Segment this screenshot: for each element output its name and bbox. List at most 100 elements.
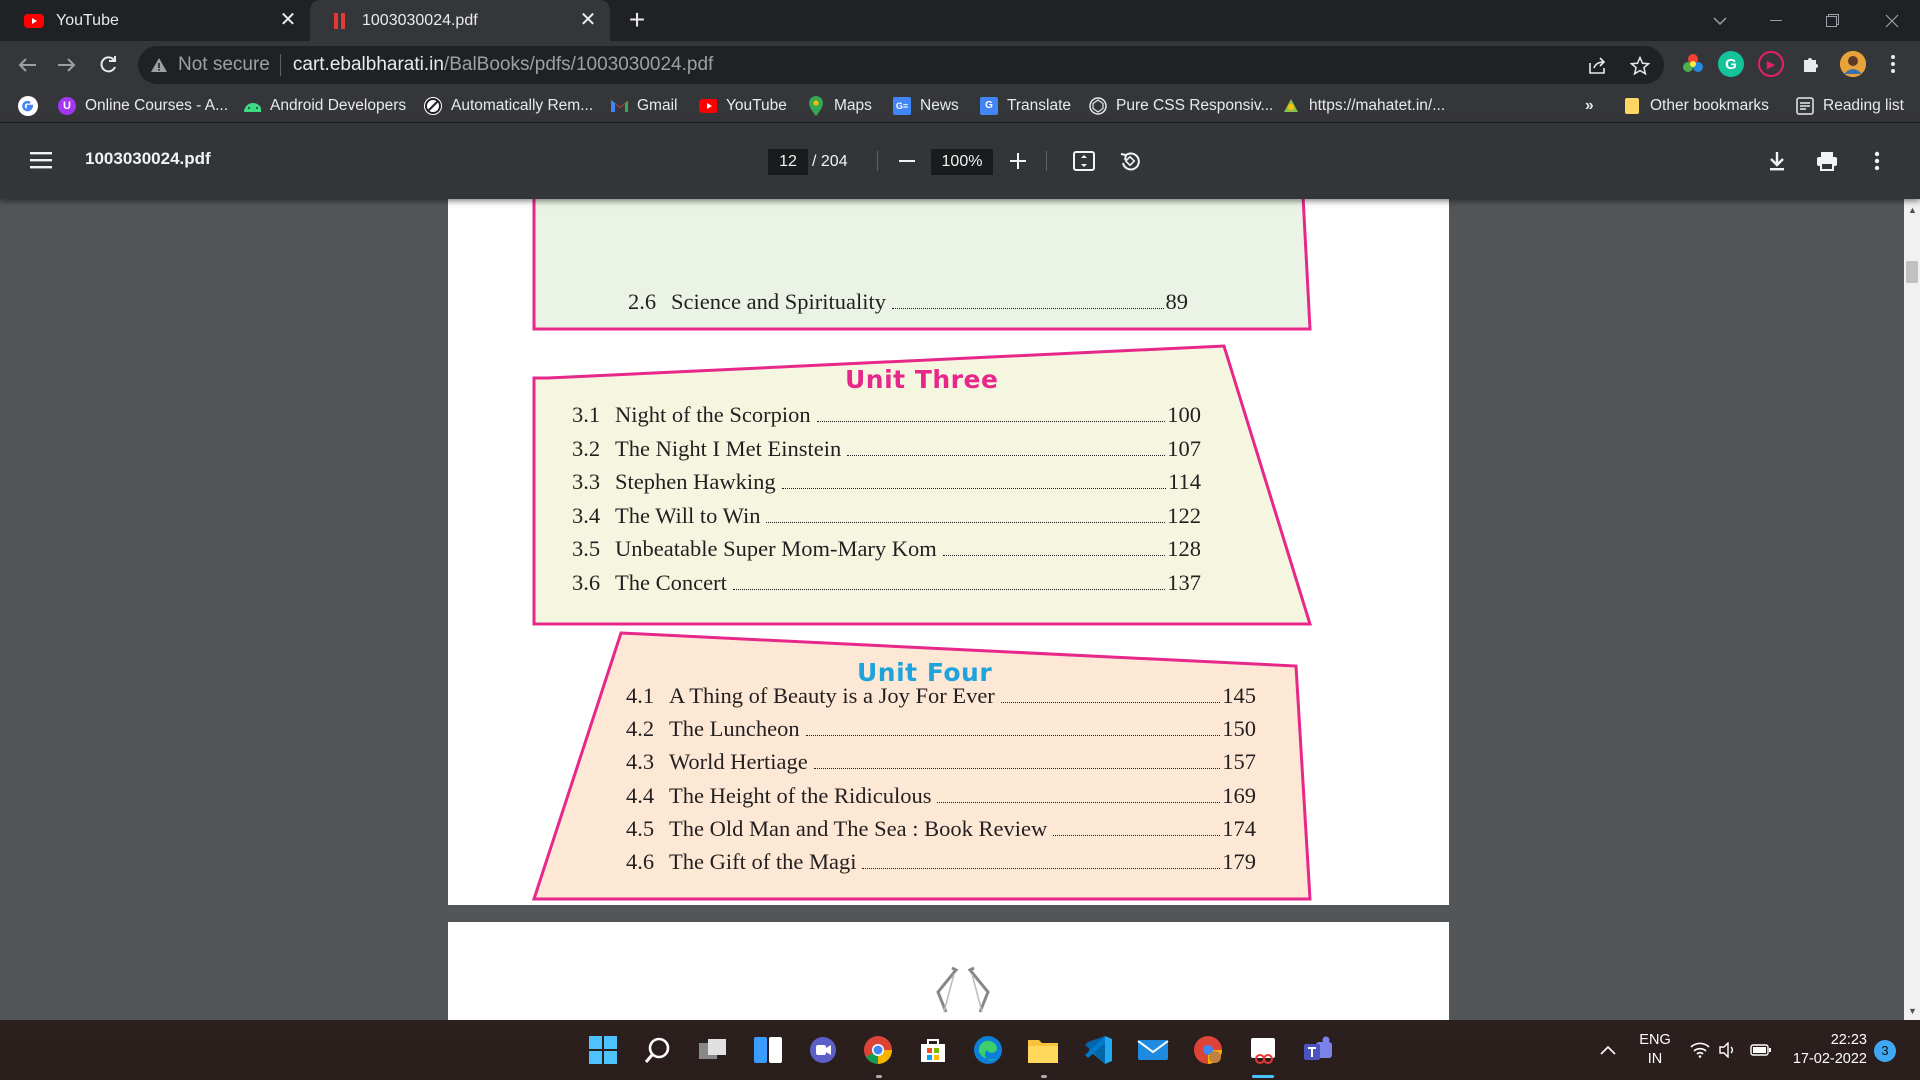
page-number-input[interactable]: 12 (768, 149, 808, 175)
reload-icon[interactable] (93, 50, 123, 80)
address-bar[interactable]: Not secure cart.ebalbharati.in /BalBooks… (138, 46, 1664, 84)
mail-icon[interactable] (1135, 1032, 1171, 1068)
task-view-icon[interactable] (695, 1032, 731, 1068)
divider (279, 54, 281, 76)
profile-avatar[interactable] (1840, 51, 1866, 77)
search-icon[interactable] (640, 1032, 676, 1068)
volume-icon[interactable] (1718, 1020, 1738, 1080)
minimize-icon[interactable] (1748, 0, 1804, 41)
more-options-icon[interactable] (1862, 146, 1892, 176)
google-icon[interactable] (18, 89, 38, 122)
scroll-up-icon[interactable]: ▲ (1908, 205, 1917, 215)
fit-page-icon[interactable] (1069, 146, 1099, 176)
tab-pdf[interactable]: 1003030024.pdf ✕ (310, 0, 610, 41)
url-path: /BalBooks/pdfs/1003030024.pdf (443, 54, 714, 75)
bookmark-news[interactable]: G≡ News (893, 89, 959, 122)
print-icon[interactable] (1812, 146, 1842, 176)
clock[interactable]: 22:23 17-02-2022 (1787, 1020, 1867, 1080)
zoom-in-icon[interactable] (1003, 146, 1033, 176)
battery-icon[interactable] (1750, 1020, 1772, 1080)
media-extension-icon[interactable]: ▶ (1758, 51, 1784, 77)
toc-row: 4.1 A Thing of Beauty is a Joy For Ever 14… (626, 683, 1256, 709)
widgets-icon[interactable] (750, 1032, 786, 1068)
rotate-icon[interactable] (1115, 146, 1145, 176)
close-tab-icon[interactable]: ✕ (578, 10, 598, 30)
color-extension-icon[interactable] (1680, 51, 1706, 77)
grammarly-icon[interactable]: G (1718, 51, 1744, 77)
toc-leader (732, 589, 1166, 590)
zoom-input[interactable]: 100% (931, 149, 993, 175)
new-tab-button[interactable]: + (622, 6, 652, 36)
teams-icon[interactable] (1300, 1032, 1336, 1068)
maps-icon (807, 95, 825, 116)
bookmark-youtube[interactable]: YouTube (699, 89, 787, 122)
toc-leader (937, 801, 1221, 803)
forward-icon[interactable] (52, 50, 82, 80)
language-indicator[interactable]: ENG IN (1639, 1020, 1670, 1080)
other-bookmarks[interactable]: Other bookmarks (1623, 89, 1769, 122)
toc-row: 3.6 The Concert 137 (572, 570, 1201, 596)
gmail-icon (610, 97, 628, 115)
bookmark-label: Android Developers (270, 96, 407, 114)
running-indicator (876, 1075, 882, 1078)
notification-badge[interactable]: 3 (1874, 1040, 1896, 1062)
close-window-icon[interactable] (1864, 0, 1920, 41)
toc-leader (805, 735, 1221, 737)
toc-number: 4.2 (626, 716, 655, 742)
toc-title: Science and Spirituality (671, 289, 886, 314)
show-hidden-icons[interactable] (1600, 1020, 1616, 1080)
file-explorer-icon[interactable] (1025, 1032, 1061, 1068)
close-tab-icon[interactable]: ✕ (278, 10, 298, 30)
scroll-thumb[interactable] (1906, 261, 1918, 283)
toc-leader (1053, 834, 1221, 836)
bookmark-pure-css[interactable]: Pure CSS Responsiv... (1089, 89, 1273, 122)
toc-number: 4.3 (626, 749, 655, 775)
extensions-puzzle-icon[interactable] (1798, 51, 1824, 77)
wifi-icon[interactable] (1690, 1020, 1710, 1080)
scroll-down-icon[interactable]: ▼ (1908, 1006, 1917, 1016)
bookmark-maps[interactable]: Maps (807, 89, 872, 122)
back-icon[interactable] (12, 50, 42, 80)
bookmark-translate[interactable]: G Translate (980, 89, 1071, 122)
tab-search-icon[interactable] (1692, 0, 1748, 41)
vscode-icon[interactable] (1080, 1032, 1116, 1068)
bookmark-label: Online Courses - A... (85, 96, 229, 114)
chrome-icon[interactable] (860, 1032, 896, 1068)
toc-row: 3.3 Stephen Hawking 114 (572, 469, 1201, 495)
download-icon[interactable] (1762, 146, 1792, 176)
toc-row: 2.6 Science and Spirituality 89 (628, 289, 1188, 315)
bookmark-label: Maps (834, 96, 872, 114)
pdf-viewer[interactable]: 2.6 Science and Spirituality 89 Unit Thr… (0, 199, 1904, 1020)
tab-youtube[interactable]: YouTube ✕ (0, 0, 310, 41)
share-icon[interactable] (1586, 54, 1610, 78)
vertical-scrollbar[interactable]: ▲ ▼ (1904, 199, 1920, 1020)
bookmark-mahatet[interactable]: https://mahatet.in/... (1282, 89, 1445, 122)
toc-title: World Hertiage (669, 749, 808, 775)
zoom-out-icon[interactable] (892, 146, 922, 176)
reading-list[interactable]: Reading list (1796, 89, 1904, 122)
unit-three-heading: Unit Three (845, 365, 999, 394)
teams-chat-icon[interactable] (805, 1032, 841, 1068)
bookmark-online-courses[interactable]: U Online Courses - A... (58, 89, 228, 122)
snipping-tool-icon[interactable] (1245, 1032, 1281, 1068)
bookmark-gmail[interactable]: Gmail (610, 89, 677, 122)
toc-page: 157 (1222, 749, 1256, 775)
chrome-menu-icon[interactable] (1880, 51, 1906, 77)
toc-leader (781, 488, 1167, 490)
menu-icon[interactable] (30, 150, 54, 170)
microsoft-store-icon[interactable] (915, 1032, 951, 1068)
toc-page: 128 (1167, 536, 1201, 562)
toc-title: The Concert (615, 570, 727, 595)
toc-page: 122 (1167, 502, 1201, 528)
bookmark-automatically-remove[interactable]: Automatically Rem... (424, 89, 593, 122)
toc-leader (891, 308, 1164, 309)
chrome-profile-icon[interactable] (1190, 1032, 1226, 1068)
restore-icon[interactable] (1804, 0, 1860, 41)
bookmark-android-developers[interactable]: Android Developers (243, 89, 406, 122)
divider (1046, 151, 1047, 171)
toc-leader (816, 421, 1166, 422)
edge-icon[interactable] (970, 1032, 1006, 1068)
bookmark-star-icon[interactable] (1628, 54, 1652, 78)
more-bookmarks-button[interactable]: » (1585, 89, 1594, 122)
windows-start-icon[interactable] (585, 1032, 621, 1068)
